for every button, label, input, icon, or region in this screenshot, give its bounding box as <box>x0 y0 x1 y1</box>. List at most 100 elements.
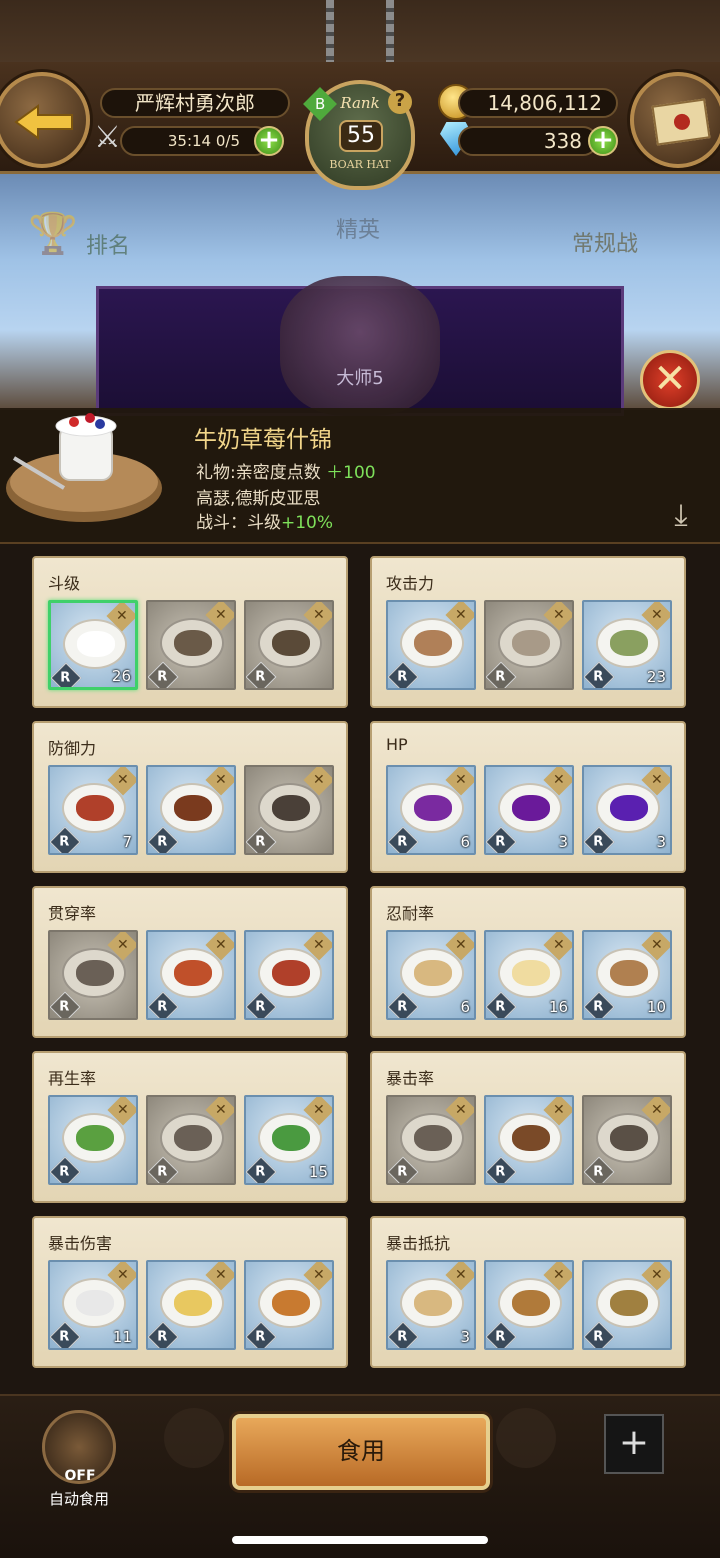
rarity-r-icon: R <box>148 1156 179 1183</box>
rarity-r-icon: R <box>148 1321 179 1348</box>
food-count: 15 <box>308 1163 328 1181</box>
food-count: 16 <box>548 998 568 1016</box>
add-food-button[interactable]: + <box>604 1414 664 1474</box>
rarity-r-icon: R <box>486 1321 517 1348</box>
bottom-bar: OFF 自动食用 食用 + <box>0 1394 720 1558</box>
category-title: 贯穿率 <box>48 904 97 923</box>
food-slot[interactable]: R ✕ <box>146 930 236 1020</box>
food-category-card: 暴击率 R ✕ R ✕ R ✕ <box>370 1051 686 1203</box>
food-category-card: 暴击抵抗 R ✕ 3 R ✕ R ✕ <box>370 1216 686 1368</box>
player-name: 严辉村勇次郎 <box>100 88 290 118</box>
sub-tabs: 🏆 排名 精英 常规战 <box>0 210 720 270</box>
rarity-r-icon: R <box>486 826 517 853</box>
food-detail-panel: 牛奶草莓什锦 礼物:亲密度点数 ＋100 高瑟,德斯皮亚思 战斗：斗级+10% … <box>0 408 720 544</box>
food-slot[interactable]: R ✕ 7 <box>48 765 138 855</box>
food-slot[interactable]: R ✕ 23 <box>582 600 672 690</box>
rarity-r-icon: R <box>148 826 179 853</box>
food-title: 牛奶草莓什锦 <box>194 427 332 453</box>
food-count: 23 <box>646 668 666 686</box>
food-slot[interactable]: R ✕ 6 <box>386 765 476 855</box>
food-slot[interactable]: R ✕ <box>244 1260 334 1350</box>
rarity-r-icon: R <box>50 826 81 853</box>
food-count: 6 <box>460 998 470 1016</box>
category-title: 暴击抵抗 <box>386 1234 451 1253</box>
rarity-r-icon: R <box>388 661 419 688</box>
trophy-icon: 🏆 <box>28 211 78 257</box>
food-slot[interactable]: R ✕ <box>484 600 574 690</box>
rarity-r-icon: R <box>584 1321 615 1348</box>
food-slot[interactable]: R ✕ <box>484 1260 574 1350</box>
gold-amount: 14,806,112 <box>458 88 618 118</box>
food-slot[interactable]: R ✕ <box>48 1095 138 1185</box>
rarity-r-icon: R <box>148 991 179 1018</box>
help-icon[interactable]: ? <box>388 90 412 114</box>
rarity-r-icon: R <box>486 991 517 1018</box>
team-icon[interactable] <box>164 1408 224 1468</box>
rarity-r-icon: R <box>148 661 179 688</box>
food-count: 10 <box>646 998 666 1016</box>
rarity-r-icon: R <box>50 991 81 1018</box>
rarity-r-icon: R <box>388 991 419 1018</box>
food-slot[interactable]: R ✕ <box>146 600 236 690</box>
tab-normal[interactable]: 常规战 <box>572 226 638 258</box>
chain-decoration <box>386 0 394 66</box>
illustrated-icon[interactable] <box>496 1408 556 1468</box>
food-count: 3 <box>656 833 666 851</box>
envelope-icon <box>651 98 711 146</box>
add-stamina-button[interactable]: + <box>254 126 284 156</box>
food-slot[interactable]: R ✕ 15 <box>244 1095 334 1185</box>
food-category-card: 暴击伤害 R ✕ 11 R ✕ R ✕ <box>32 1216 348 1368</box>
rarity-r-icon: R <box>50 1321 81 1348</box>
food-slot[interactable]: R ✕ 11 <box>48 1260 138 1350</box>
food-slot[interactable]: R ✕ <box>582 1095 672 1185</box>
food-slot[interactable]: R ✕ <box>48 930 138 1020</box>
category-title: 攻击力 <box>386 574 435 593</box>
auto-eat-state: OFF <box>64 1468 96 1484</box>
mail-button[interactable] <box>630 72 720 168</box>
download-icon[interactable]: ⤓ <box>664 498 698 533</box>
add-gems-button[interactable]: + <box>588 126 618 156</box>
rarity-r-icon: R <box>246 1321 277 1348</box>
food-slot[interactable]: R ✕ <box>146 765 236 855</box>
home-indicator <box>232 1536 488 1544</box>
rarity-r-icon: R <box>246 661 277 688</box>
auto-eat-label: 自动食用 <box>48 1490 109 1508</box>
food-slot[interactable]: R ✕ <box>386 600 476 690</box>
food-slot[interactable]: R ✕ <box>244 765 334 855</box>
food-slot[interactable]: R ✕ 10 <box>582 930 672 1020</box>
food-count: 11 <box>112 1328 132 1346</box>
food-slot[interactable]: R ✕ <box>582 1260 672 1350</box>
food-slot[interactable]: R ✕ 3 <box>582 765 672 855</box>
food-slot[interactable]: R ✕ <box>386 1095 476 1185</box>
food-slot[interactable]: R ✕ <box>244 600 334 690</box>
tab-elite[interactable]: 精英 <box>336 212 380 244</box>
food-slot[interactable]: R ✕ <box>484 1095 574 1185</box>
rarity-r-icon: R <box>584 991 615 1018</box>
food-slot[interactable]: R ✕ <box>146 1095 236 1185</box>
food-count: 6 <box>460 833 470 851</box>
swords-icon: ⚔ <box>94 120 121 155</box>
food-category-card: 再生率 R ✕ R ✕ R ✕ 15 <box>32 1051 348 1203</box>
category-title: 斗级 <box>48 574 81 593</box>
food-count: 26 <box>111 667 131 685</box>
food-slot[interactable]: R ✕ 3 <box>386 1260 476 1350</box>
food-slot[interactable]: R ✕ 26 <box>48 600 138 690</box>
tab-ranking[interactable]: 排名 <box>86 228 130 260</box>
food-slot[interactable]: R ✕ 16 <box>484 930 574 1020</box>
food-slot[interactable]: R ✕ <box>146 1260 236 1350</box>
food-slot[interactable]: R ✕ 6 <box>386 930 476 1020</box>
category-title: 暴击伤害 <box>48 1234 113 1253</box>
rarity-r-icon: R <box>51 662 82 687</box>
rarity-r-icon: R <box>388 1156 419 1183</box>
rarity-r-icon: R <box>388 1321 419 1348</box>
league-tier: 大师5 <box>336 368 384 389</box>
food-category-card: 防御力 R ✕ 7 R ✕ R ✕ <box>32 721 348 873</box>
rarity-r-icon: R <box>486 661 517 688</box>
close-button[interactable]: ✕ <box>640 350 700 410</box>
eat-button[interactable]: 食用 <box>232 1414 490 1490</box>
food-slot[interactable]: R ✕ 3 <box>484 765 574 855</box>
food-category-card: 贯穿率 R ✕ R ✕ R ✕ <box>32 886 348 1038</box>
battle-effect: 战斗：斗级+10% <box>196 513 334 533</box>
rarity-r-icon: R <box>584 661 615 688</box>
food-slot[interactable]: R ✕ <box>244 930 334 1020</box>
